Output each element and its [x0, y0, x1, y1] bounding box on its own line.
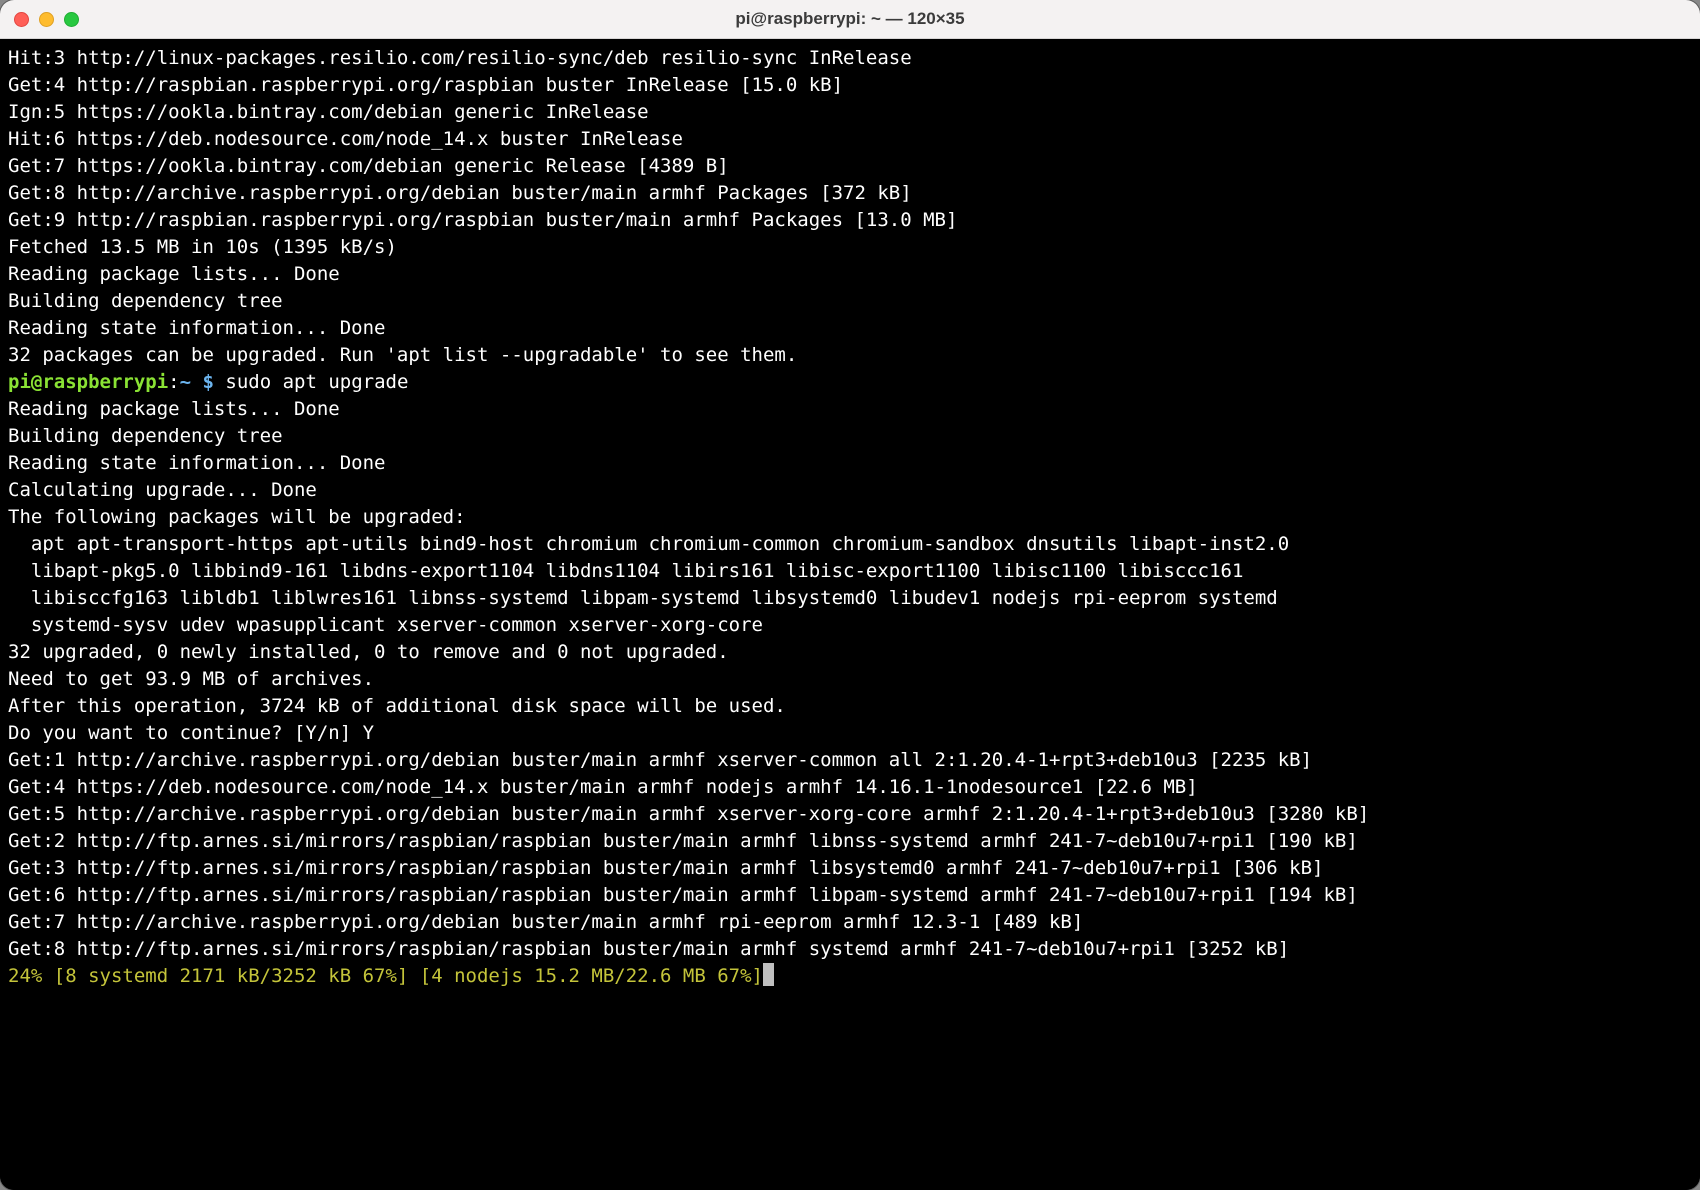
output-line: 32 upgraded, 0 newly installed, 0 to rem…: [8, 641, 729, 663]
terminal-output[interactable]: Hit:3 http://linux-packages.resilio.com/…: [0, 39, 1700, 1190]
output-line: Get:4 https://deb.nodesource.com/node_14…: [8, 776, 1198, 798]
output-line: Get:7 http://archive.raspberrypi.org/deb…: [8, 911, 1083, 933]
output-line: Building dependency tree: [8, 290, 283, 312]
prompt-dollar: $: [191, 371, 225, 393]
output-line: Fetched 13.5 MB in 10s (1395 kB/s): [8, 236, 397, 258]
prompt-user-host: pi@raspberrypi: [8, 371, 168, 393]
output-line: Need to get 93.9 MB of archives.: [8, 668, 374, 690]
output-line: Get:5 http://archive.raspberrypi.org/deb…: [8, 803, 1369, 825]
traffic-lights: [14, 12, 79, 27]
prompt-path: ~: [180, 371, 191, 393]
output-line: Get:9 http://raspbian.raspberrypi.org/ra…: [8, 209, 957, 231]
prompt-colon: :: [168, 371, 179, 393]
output-line: Do you want to continue? [Y/n] Y: [8, 722, 374, 744]
output-line: Reading package lists... Done: [8, 398, 340, 420]
titlebar: pi@raspberrypi: ~ — 120×35: [0, 0, 1700, 39]
output-line: Get:4 http://raspbian.raspberrypi.org/ra…: [8, 74, 843, 96]
output-line: Hit:3 http://linux-packages.resilio.com/…: [8, 47, 912, 69]
close-icon[interactable]: [14, 12, 29, 27]
output-line: Get:3 http://ftp.arnes.si/mirrors/raspbi…: [8, 857, 1323, 879]
output-line: Reading state information... Done: [8, 452, 386, 474]
output-line: Reading state information... Done: [8, 317, 386, 339]
output-line: systemd-sysv udev wpasupplicant xserver-…: [8, 614, 763, 636]
output-line: libisccfg163 libldb1 liblwres161 libnss-…: [8, 587, 1278, 609]
zoom-icon[interactable]: [64, 12, 79, 27]
output-line: apt apt-transport-https apt-utils bind9-…: [8, 533, 1289, 555]
window-title: pi@raspberrypi: ~ — 120×35: [14, 9, 1686, 29]
output-line: 32 packages can be upgraded. Run 'apt li…: [8, 344, 797, 366]
output-line: After this operation, 3724 kB of additio…: [8, 695, 786, 717]
minimize-icon[interactable]: [39, 12, 54, 27]
output-line: Get:7 https://ookla.bintray.com/debian g…: [8, 155, 729, 177]
output-line: Get:8 http://archive.raspberrypi.org/deb…: [8, 182, 912, 204]
output-line: Get:6 http://ftp.arnes.si/mirrors/raspbi…: [8, 884, 1358, 906]
output-line: Get:2 http://ftp.arnes.si/mirrors/raspbi…: [8, 830, 1358, 852]
output-line: Hit:6 https://deb.nodesource.com/node_14…: [8, 128, 683, 150]
progress-line: 24% [8 systemd 2171 kB/3252 kB 67%] [4 n…: [8, 965, 763, 987]
output-line: libapt-pkg5.0 libbind9-161 libdns-export…: [8, 560, 1243, 582]
output-line: Calculating upgrade... Done: [8, 479, 317, 501]
prompt-command: sudo apt upgrade: [225, 371, 408, 393]
output-line: Reading package lists... Done: [8, 263, 340, 285]
output-line: Get:1 http://archive.raspberrypi.org/deb…: [8, 749, 1312, 771]
output-line: Get:8 http://ftp.arnes.si/mirrors/raspbi…: [8, 938, 1289, 960]
output-line: Ign:5 https://ookla.bintray.com/debian g…: [8, 101, 649, 123]
cursor-icon: [763, 963, 774, 986]
terminal-window: pi@raspberrypi: ~ — 120×35 Hit:3 http://…: [0, 0, 1700, 1190]
output-line: The following packages will be upgraded:: [8, 506, 466, 528]
output-line: Building dependency tree: [8, 425, 283, 447]
